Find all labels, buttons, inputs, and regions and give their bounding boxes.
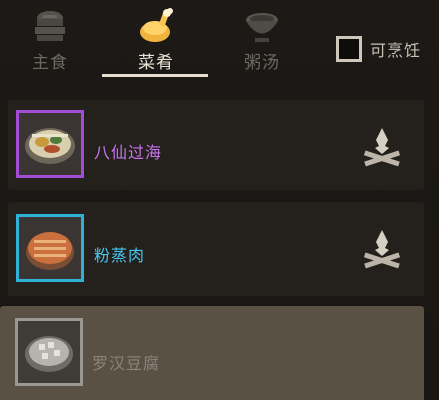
list-item[interactable]: 八仙过海 — [8, 100, 424, 190]
tab-soup[interactable]: 粥汤 — [212, 0, 312, 76]
campfire-icon — [363, 230, 401, 269]
list-item-selected[interactable]: 罗汉豆腐 — [0, 306, 424, 400]
dish-name: 罗汉豆腐 — [92, 354, 161, 373]
cookable-checkbox[interactable] — [336, 36, 362, 62]
dish-thumbnail — [16, 110, 84, 178]
roast-chicken-icon — [140, 8, 173, 42]
tab-staple-label: 主食 — [32, 53, 68, 73]
tab-dishes-label: 菜肴 — [138, 53, 174, 73]
soup-bowl-icon — [246, 13, 278, 42]
steamed-pork-icon — [26, 232, 74, 270]
tab-soup-label: 粥汤 — [244, 53, 280, 73]
tab-dishes[interactable]: 菜肴 — [106, 0, 206, 76]
dish-thumbnail — [15, 318, 83, 386]
campfire-icon — [363, 128, 401, 167]
list-item[interactable]: 粉蒸肉 — [8, 202, 424, 296]
seafood-platter-icon — [25, 128, 75, 164]
active-tab-indicator — [102, 74, 208, 77]
steamer-bun-icon — [35, 11, 65, 41]
recipe-panel: 主食 菜肴 粥汤 可烹饪 八仙过海 粉蒸肉 罗汉豆腐 — [0, 0, 439, 400]
category-tab-bar: 主食 菜肴 粥汤 可烹饪 — [0, 0, 439, 80]
tab-staple[interactable]: 主食 — [0, 0, 100, 76]
dish-name: 八仙过海 — [94, 143, 163, 162]
dish-thumbnail — [16, 214, 84, 282]
dish-name: 粉蒸肉 — [94, 246, 146, 265]
tofu-plate-icon — [25, 336, 73, 372]
cookable-label: 可烹饪 — [370, 41, 422, 60]
cookable-filter[interactable]: 可烹饪 — [336, 35, 421, 63]
